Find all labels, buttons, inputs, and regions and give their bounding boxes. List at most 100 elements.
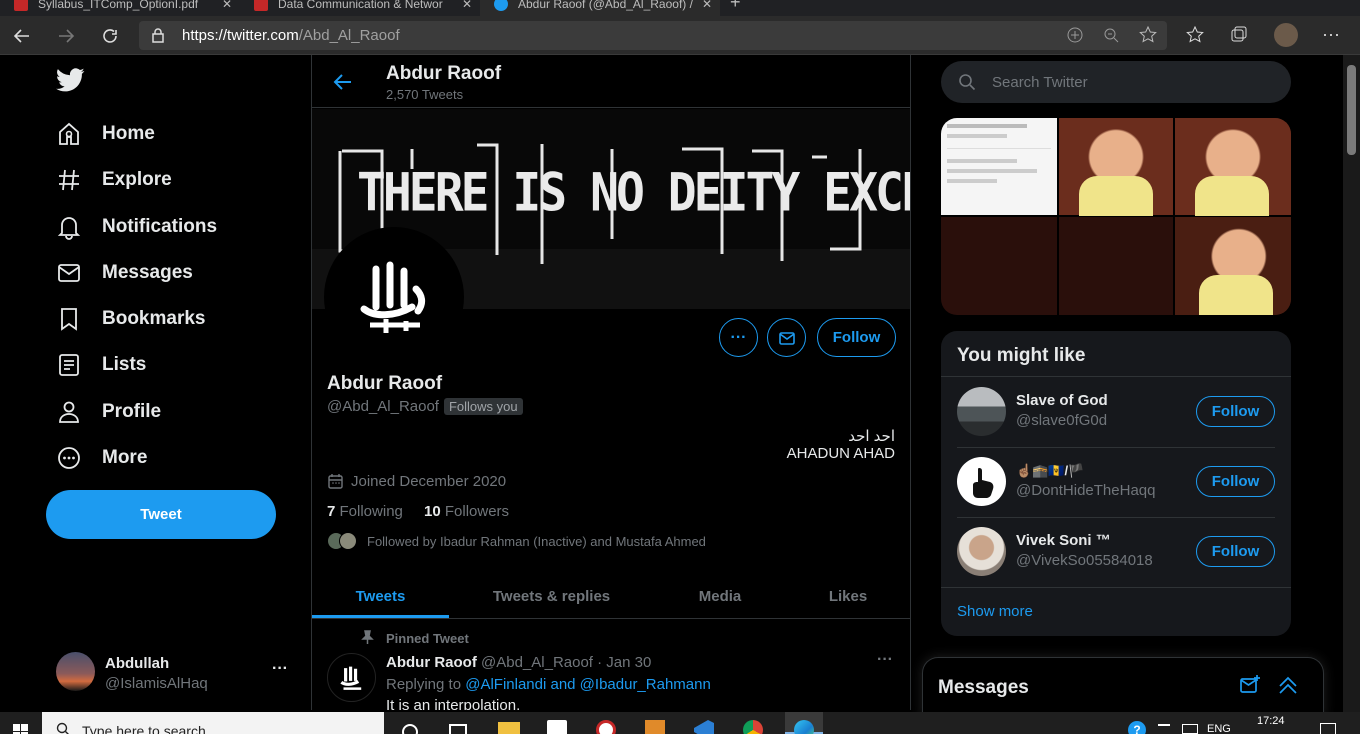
- message-button[interactable]: [767, 318, 806, 357]
- sidebar-item-explore[interactable]: Explore: [56, 160, 172, 200]
- tweet-handle: @Abd_Al_Raoof: [481, 654, 593, 671]
- refresh-icon[interactable]: [98, 24, 122, 48]
- section-title: You might like: [957, 345, 1086, 366]
- media-thumbnail[interactable]: [1059, 217, 1173, 315]
- new-tab-icon[interactable]: +: [724, 0, 752, 14]
- suggested-user[interactable]: ☝🏽🕋🇧🇧/🏴 @DontHideTheHaqq Follow: [941, 447, 1291, 517]
- vscode-icon[interactable]: [694, 720, 714, 734]
- taskbar-search[interactable]: Type here to search: [42, 712, 384, 734]
- sidebar-item-profile[interactable]: Profile: [56, 392, 161, 432]
- following-label: Following: [339, 503, 403, 520]
- address-bar[interactable]: https://twitter.com/Abd_Al_Raoof: [139, 21, 1167, 50]
- more-options-button[interactable]: ···: [719, 318, 758, 357]
- back-arrow-icon[interactable]: [10, 24, 34, 48]
- suggested-user[interactable]: Vivek Soni ™ @VivekSo05584018 Follow: [941, 517, 1291, 587]
- profile-avatar[interactable]: [324, 227, 464, 367]
- back-arrow-icon[interactable]: [332, 71, 354, 98]
- help-icon[interactable]: ?: [1128, 721, 1146, 734]
- windows-start-icon[interactable]: [13, 724, 29, 734]
- tweet-author[interactable]: Abdur Raoof: [386, 654, 477, 671]
- messages-drawer[interactable]: Messages: [922, 657, 1324, 717]
- avatar: [957, 457, 1006, 506]
- tab-tweets[interactable]: Tweets: [312, 575, 449, 618]
- followers-link[interactable]: 10 Followers: [424, 503, 509, 520]
- replying-users[interactable]: @AlFinlandi and @Ibadur_Rahmann: [465, 676, 711, 693]
- tray-chevron-icon[interactable]: [1158, 724, 1170, 734]
- suggested-user[interactable]: Slave of God @slave0fG0d Follow: [941, 377, 1291, 447]
- browser-tab-pdf[interactable]: Syllabus_ITComp_OptionI.pdf ✕: [0, 0, 240, 16]
- zoom-icon[interactable]: [1103, 27, 1119, 48]
- sidebar-item-home[interactable]: Home: [56, 114, 155, 154]
- sidebar-item-label: Profile: [102, 401, 162, 422]
- file-explorer-icon[interactable]: [498, 722, 520, 734]
- scrollbar[interactable]: [1343, 55, 1360, 712]
- clock-time[interactable]: 17:24: [1257, 715, 1285, 727]
- avatar[interactable]: [327, 653, 376, 702]
- chrome-icon[interactable]: [743, 720, 763, 734]
- add-page-icon[interactable]: [1067, 27, 1083, 48]
- following-link[interactable]: 7 Following: [327, 503, 403, 520]
- language-indicator[interactable]: ENG: [1207, 723, 1231, 734]
- chevron-up-icon[interactable]: [1277, 674, 1299, 701]
- twitter-logo-icon[interactable]: [56, 68, 85, 97]
- new-message-icon[interactable]: [1239, 674, 1261, 701]
- sidebar-item-messages[interactable]: Messages: [56, 253, 193, 293]
- follow-button[interactable]: Follow: [817, 318, 896, 357]
- tab-media[interactable]: Media: [654, 575, 786, 618]
- media-thumbnail[interactable]: [1175, 118, 1291, 216]
- media-thumbnail[interactable]: [941, 217, 1057, 315]
- tab-tweets-replies[interactable]: Tweets & replies: [449, 575, 654, 618]
- browser-avatar[interactable]: [1274, 23, 1298, 47]
- follow-button[interactable]: Follow: [1196, 396, 1275, 427]
- browser-tab-data-comm[interactable]: Data Communication & Networ ✕: [240, 0, 480, 16]
- sidebar-item-lists[interactable]: Lists: [56, 345, 146, 385]
- follow-button[interactable]: Follow: [1196, 466, 1275, 497]
- tweet-date[interactable]: · Jan 30: [597, 654, 651, 671]
- account-switcher[interactable]: Abdullah @IslamisAlHaq ···: [46, 646, 300, 700]
- envelope-icon: [58, 264, 80, 282]
- tab-likes[interactable]: Likes: [786, 575, 910, 618]
- media-thumbnail[interactable]: [941, 118, 1057, 215]
- avatar: [56, 652, 95, 691]
- media-thumbnail[interactable]: [1175, 217, 1291, 315]
- search-box[interactable]: Search Twitter: [941, 61, 1291, 103]
- browser-menu-icon[interactable]: ···: [1322, 24, 1340, 45]
- show-more-link[interactable]: Show more: [957, 603, 1033, 620]
- close-icon[interactable]: ✕: [222, 0, 232, 11]
- pinned-tweet[interactable]: Pinned Tweet Abdur Raoof @Abd_Al_Raoof ·…: [312, 619, 910, 710]
- tweet-button[interactable]: Tweet: [46, 490, 276, 539]
- followers-count: 10: [424, 503, 441, 520]
- sublime-icon[interactable]: [645, 720, 665, 734]
- tweet-more-icon[interactable]: ···: [877, 651, 893, 669]
- hashtag-icon: [59, 169, 79, 191]
- notifications-icon[interactable]: [1320, 723, 1336, 734]
- sidebar-item-more[interactable]: More: [56, 438, 147, 478]
- profile-handle-row: @Abd_Al_Raoof Follows you: [327, 398, 523, 415]
- close-icon[interactable]: ✕: [462, 0, 472, 11]
- sidebar-item-bookmarks[interactable]: Bookmarks: [56, 299, 206, 339]
- following-count: 7: [327, 503, 336, 520]
- lock-icon: [152, 28, 164, 48]
- search-input[interactable]: Search Twitter: [992, 74, 1088, 91]
- favorites-icon[interactable]: [1186, 25, 1204, 49]
- collections-icon[interactable]: [1230, 26, 1248, 49]
- scrollbar-thumb[interactable]: [1347, 65, 1356, 155]
- edge-taskbar-button[interactable]: [785, 712, 823, 734]
- network-icon[interactable]: [1182, 724, 1198, 734]
- close-icon[interactable]: ✕: [702, 0, 712, 11]
- browser-tab-twitter[interactable]: Abdur Raoof (@Abd_Al_Raoof) / ✕: [480, 0, 720, 16]
- app-icon[interactable]: [596, 720, 616, 734]
- pinned-label: Pinned Tweet: [386, 631, 469, 646]
- sidebar-item-notifications[interactable]: Notifications: [56, 207, 217, 247]
- follow-button[interactable]: Follow: [1196, 536, 1275, 567]
- forward-arrow-icon[interactable]: [54, 24, 78, 48]
- account-more-icon[interactable]: ···: [272, 660, 288, 678]
- cortana-icon[interactable]: [402, 724, 418, 734]
- taskbar-search-input[interactable]: Type here to search: [82, 723, 206, 734]
- store-icon[interactable]: [547, 720, 567, 734]
- sidebar-item-label: More: [102, 447, 148, 468]
- favorite-star-icon[interactable]: [1139, 25, 1157, 49]
- followed-by[interactable]: Followed by Ibadur Rahman (Inactive) and…: [327, 532, 706, 550]
- task-view-icon[interactable]: [449, 724, 467, 734]
- media-thumbnail[interactable]: [1059, 118, 1173, 216]
